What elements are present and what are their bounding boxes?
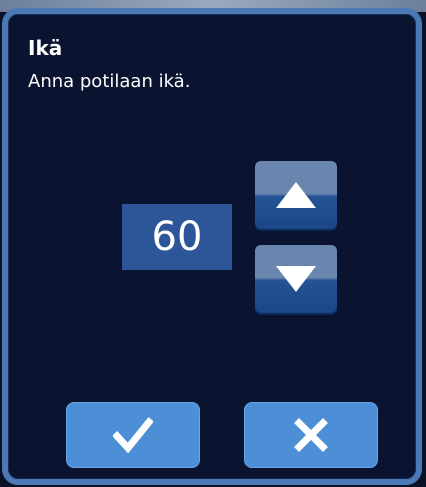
checkmark-icon <box>113 417 153 453</box>
confirm-button[interactable] <box>66 402 200 468</box>
close-icon <box>294 418 328 452</box>
triangle-up-icon <box>276 182 316 208</box>
age-value: 60 <box>151 214 203 260</box>
dialog-subtitle: Anna potilaan ikä. <box>28 71 191 92</box>
screen: Ikä Anna potilaan ikä. 60 <box>0 0 426 487</box>
triangle-down-icon <box>276 266 316 292</box>
cancel-button[interactable] <box>244 402 378 468</box>
age-value-field[interactable]: 60 <box>122 204 232 270</box>
increment-button[interactable] <box>255 161 337 229</box>
dialog-title: Ikä <box>28 36 63 60</box>
age-dialog: Ikä Anna potilaan ikä. 60 <box>2 8 422 485</box>
decrement-button[interactable] <box>255 245 337 313</box>
